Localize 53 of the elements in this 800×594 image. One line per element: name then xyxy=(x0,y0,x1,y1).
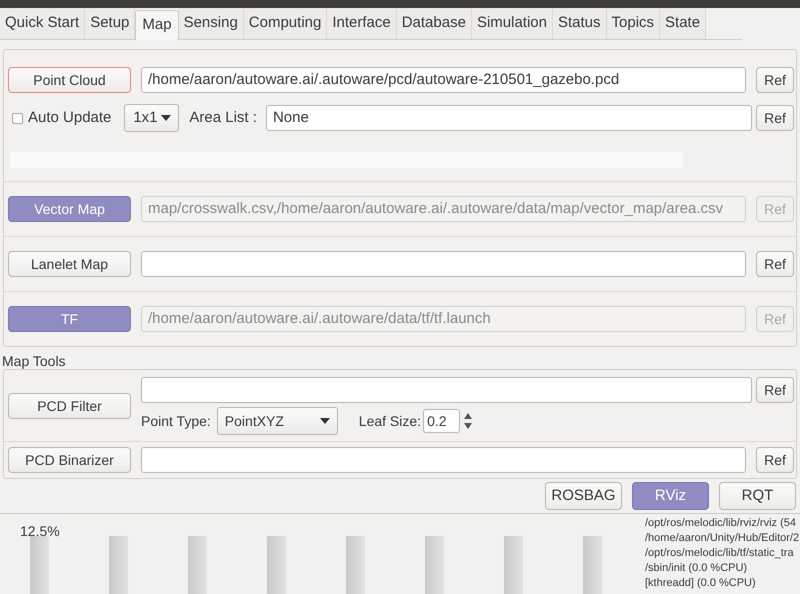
ref-button[interactable]: Ref xyxy=(756,251,794,277)
point-cloud-button[interactable]: Point Cloud xyxy=(8,67,131,93)
grid-dropdown[interactable]: 1x1 xyxy=(124,104,180,132)
leaf-size-label: Leaf Size: xyxy=(358,412,422,430)
path-field[interactable] xyxy=(141,377,752,403)
pcd-binarizer-button[interactable]: PCD Binarizer xyxy=(8,447,131,473)
point-type-dropdown[interactable]: PointXYZ xyxy=(216,407,338,435)
process-entry: /sbin/init (0.0 %CPU) xyxy=(645,561,748,576)
ref-button[interactable]: Ref xyxy=(756,377,794,403)
cpu-bar xyxy=(346,536,365,594)
path-field[interactable]: /home/aaron/autoware.ai/.autoware/pcd/autoware-210501_gazebo.pcd xyxy=(141,67,746,93)
caret-icon xyxy=(320,418,330,424)
path-field[interactable] xyxy=(141,447,746,473)
cpu-bar xyxy=(267,536,286,594)
tab[interactable]: Database xyxy=(396,8,472,39)
area-list-label: Area List : xyxy=(189,108,257,128)
cpu-bar xyxy=(583,536,602,594)
tab[interactable]: Quick Start xyxy=(0,8,86,39)
process-entry: [kthreadd] (0.0 %CPU) xyxy=(645,576,757,591)
tab[interactable]: Status xyxy=(552,8,607,39)
process-entry: /home/aaron/Unity/Hub/Editor/2 xyxy=(645,531,800,546)
cpu-bar xyxy=(425,536,444,594)
tab[interactable]: Interface xyxy=(327,8,397,39)
tab[interactable]: Simulation xyxy=(472,8,553,39)
tab[interactable]: State xyxy=(660,8,706,39)
tab[interactable]: Sensing xyxy=(178,8,244,39)
tab[interactable]: Topics xyxy=(606,8,660,39)
process-entry: /opt/ros/melodic/lib/tf/static_tra xyxy=(645,546,795,561)
launch-button[interactable]: RQT xyxy=(719,482,796,510)
ref-button[interactable]: Ref xyxy=(756,67,794,93)
tab[interactable]: Setup xyxy=(85,8,136,39)
process-entry: /opt/ros/melodic/lib/rviz/rviz (54 xyxy=(645,516,797,531)
launch-button[interactable]: ROSBAG xyxy=(545,482,622,510)
map-button[interactable]: Lanelet Map xyxy=(8,251,131,277)
checkbox-label[interactable]: Auto Update xyxy=(28,106,112,130)
pcd-filter-button[interactable]: PCD Filter xyxy=(8,393,131,419)
cpu-bar xyxy=(109,536,128,594)
path-field[interactable] xyxy=(141,251,746,277)
ref-button[interactable]: Ref xyxy=(756,105,794,131)
checkbox[interactable] xyxy=(12,112,23,124)
path-field[interactable]: None xyxy=(266,105,752,131)
ref-button[interactable]: Ref xyxy=(756,447,794,473)
cpu-bar xyxy=(504,536,523,594)
cpu-bar xyxy=(30,536,49,594)
spin-arrows-icon[interactable] xyxy=(464,413,472,429)
caret-icon xyxy=(160,115,170,121)
group-title: Map Tools xyxy=(1,353,67,369)
tab[interactable]: Map xyxy=(135,10,179,40)
point-type-label: Point Type: xyxy=(141,412,211,431)
cpu-bar xyxy=(188,536,207,594)
tab[interactable]: Computing xyxy=(244,8,328,39)
leaf-size-field[interactable]: 0.2 xyxy=(423,409,460,433)
cpu-reading: 12.5% xyxy=(20,522,60,541)
